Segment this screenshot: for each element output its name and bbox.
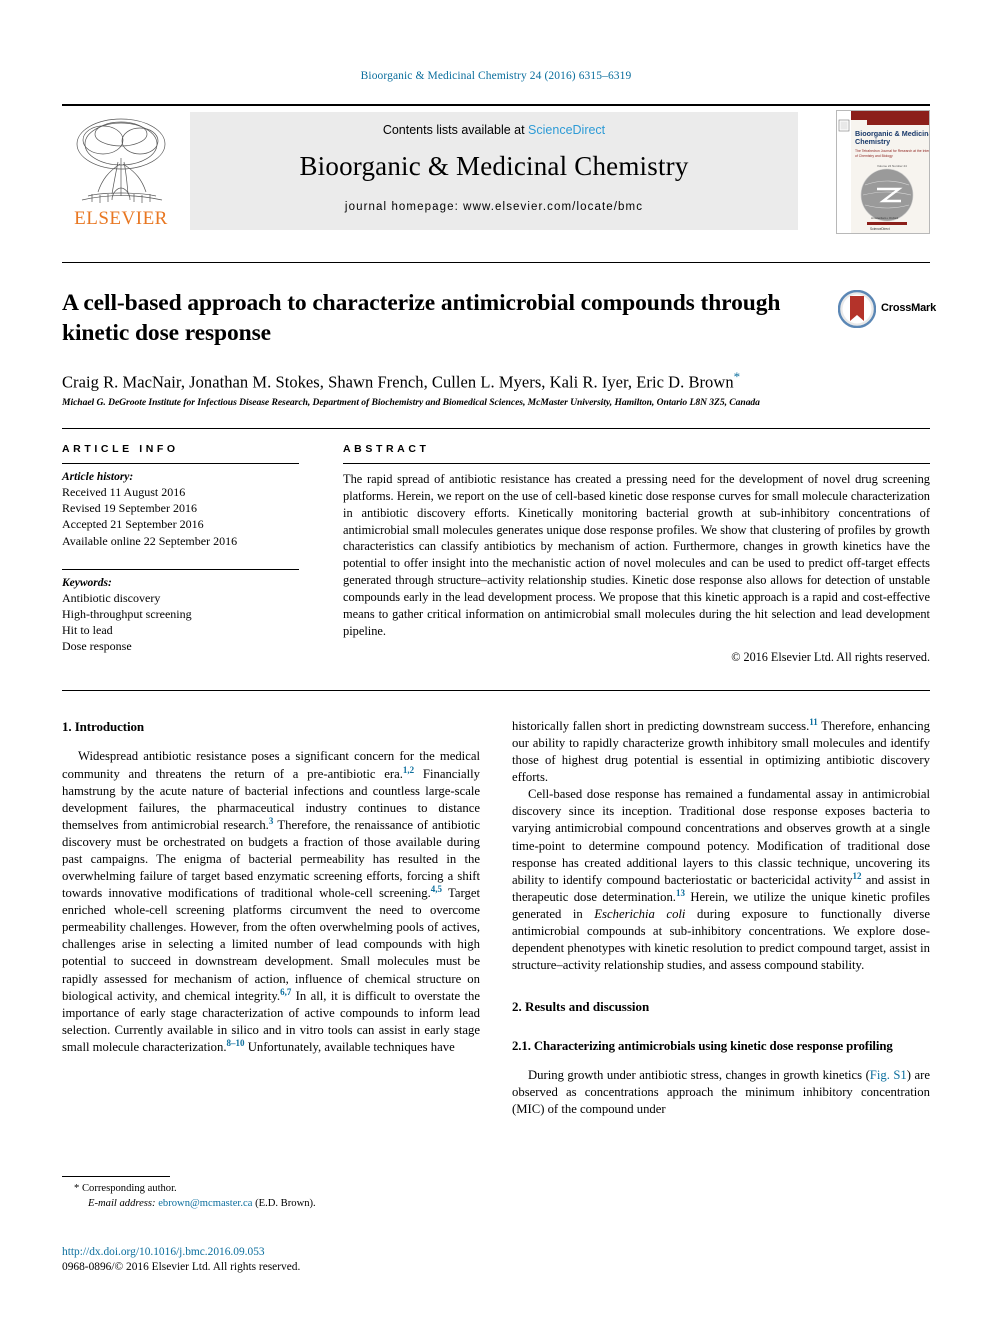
section-heading-results: 2. Results and discussion [512,999,650,1015]
article-history-label: Article history: [62,471,134,483]
intro-paragraph: Widespread antibiotic resistance poses a… [62,748,480,1055]
article-title: A cell-based approach to characterize an… [62,290,781,347]
journal-article-page: Bioorganic & Medicinal Chemistry 24 (201… [0,0,992,1323]
journal-cover-thumbnail: Bioorganic & Medicinal Chemistry The Tet… [836,110,930,234]
elsevier-tree-icon [76,118,166,203]
elsevier-logo: ELSEVIER [62,112,180,230]
doi-block: http://dx.doi.org/10.1016/j.bmc.2016.09.… [62,1245,480,1276]
citation-ref[interactable]: 12 [853,870,862,880]
crossmark-icon [838,290,876,328]
results-paragraph: During growth under antibiotic stress, c… [512,1067,930,1118]
citation-ref[interactable]: 1,2 [403,764,414,774]
keyword-item: High-throughput screening [62,606,192,621]
corresponding-author-marker: * [733,369,741,384]
citation-ref[interactable]: 11 [809,717,818,727]
abstract-text: The rapid spread of antibiotic resistanc… [343,472,930,638]
intro-paragraph-continued: historically fallen short in predicting … [512,717,930,786]
doi-link[interactable]: http://dx.doi.org/10.1016/j.bmc.2016.09.… [62,1245,480,1260]
abstract-bottom-divider [62,690,930,691]
cover-art: Bioorganic & Medicinal Chemistry The Tet… [837,111,929,233]
citation-ref[interactable]: 8–10 [227,1038,245,1048]
body-column-left: 1. Introduction Widespread antibiotic re… [62,718,480,1056]
abstract-rule [343,463,930,464]
author-affiliation: Michael G. DeGroote Institute for Infect… [62,397,760,408]
svg-text:Chemistry: Chemistry [855,137,890,146]
right-p3-text-a: During growth under antibiotic stress, c… [528,1068,870,1083]
svg-text:Volume 24 Number 24: Volume 24 Number 24 [877,164,907,168]
author-names: Craig R. MacNair, Jonathan M. Stokes, Sh… [62,372,734,392]
intro-text-f: Unfortunately, available techniques have [244,1039,455,1054]
masthead-center: Contents lists available at ScienceDirec… [190,112,798,230]
crossmark-badge[interactable]: CrossMark [838,290,942,330]
journal-title: Bioorganic & Medicinal Chemistry [299,151,689,181]
dose-response-paragraph: Cell-based dose response has remained a … [512,786,930,974]
corresponding-author-note: * Corresponding author. [62,1181,480,1196]
keywords-block: Keywords: Antibiotic discovery High-thro… [62,568,299,655]
contents-line: Contents lists available at ScienceDirec… [190,123,798,137]
article-history-revised: Revised 19 September 2016 [62,501,197,516]
contents-prefix: Contents lists available at [382,123,529,137]
article-info-block: ARTICLE INFO Article history: Received 1… [62,443,299,655]
body-column-right: historically fallen short in predicting … [512,717,930,1119]
intro-text-d: Target enriched whole-cell screening pla… [62,886,480,1003]
email-link[interactable]: ebrown@mcmaster.ca [158,1198,252,1209]
issn-copyright-line: 0968-0896/© 2016 Elsevier Ltd. All right… [62,1261,301,1274]
running-head: Bioorganic & Medicinal Chemistry 24 (201… [360,70,632,82]
article-history-accepted: Accepted 21 September 2016 [62,517,204,532]
abstract-heading: ABSTRACT [343,443,430,455]
svg-text:ScienceDirect: ScienceDirect [870,227,890,231]
figure-reference-link[interactable]: Fig. S1 [870,1068,907,1082]
subsection-heading-profiling: 2.1. Characterizing antimicrobials using… [512,1038,893,1053]
footnote-divider [62,1176,170,1177]
abstract-copyright: © 2016 Elsevier Ltd. All rights reserved… [731,649,930,664]
section-heading-introduction: 1. Introduction [62,719,145,734]
crossmark-label: CrossMark [881,302,937,314]
right-text-a: historically fallen short in predicting … [512,719,810,733]
sciencedirect-link[interactable]: ScienceDirect [528,123,605,137]
journal-homepage-link[interactable]: journal homepage: www.elsevier.com/locat… [190,201,798,213]
footnote-block: * Corresponding author. E-mail address: … [62,1181,480,1212]
corresponding-author-text: Corresponding author. [81,1183,177,1194]
svg-text:The Tetrahedron Journal for Re: The Tetrahedron Journal for Research at … [855,149,929,153]
author-list: Craig R. MacNair, Jonathan M. Stokes, Sh… [62,369,930,393]
journal-masthead: ELSEVIER Contents lists available at Sci… [62,104,930,238]
article-info-heading: ARTICLE INFO [62,443,179,455]
svg-text:of Chemistry and Biology: of Chemistry and Biology [855,154,893,158]
info-divider [62,428,930,429]
email-note: E-mail address: ebrown@mcmaster.ca (E.D.… [62,1196,480,1211]
citation-ref[interactable]: 6,7 [280,986,291,996]
organism-name: Escherichia coli [594,906,686,921]
abstract-block: ABSTRACT The rapid spread of antibiotic … [343,443,930,665]
keyword-item: Hit to lead [62,623,113,638]
svg-text:Amsterdam • Oxford: Amsterdam • Oxford [871,216,898,220]
citation-ref[interactable]: 4,5 [431,884,442,894]
article-info-rule [62,463,299,464]
keywords-rule [62,568,299,570]
citation-ref[interactable]: 13 [676,888,685,898]
keyword-item: Antibiotic discovery [62,590,161,605]
article-history-received: Received 11 August 2016 [62,485,186,499]
article-history-online: Available online 22 September 2016 [62,533,238,548]
keyword-item: Dose response [62,639,132,654]
email-label: E-mail address: [88,1198,156,1210]
elsevier-wordmark: ELSEVIER [74,208,168,229]
title-divider [62,262,930,263]
keywords-label: Keywords: [62,576,112,589]
footnote-star: * [74,1183,80,1194]
email-owner: (E.D. Brown). [255,1198,316,1210]
